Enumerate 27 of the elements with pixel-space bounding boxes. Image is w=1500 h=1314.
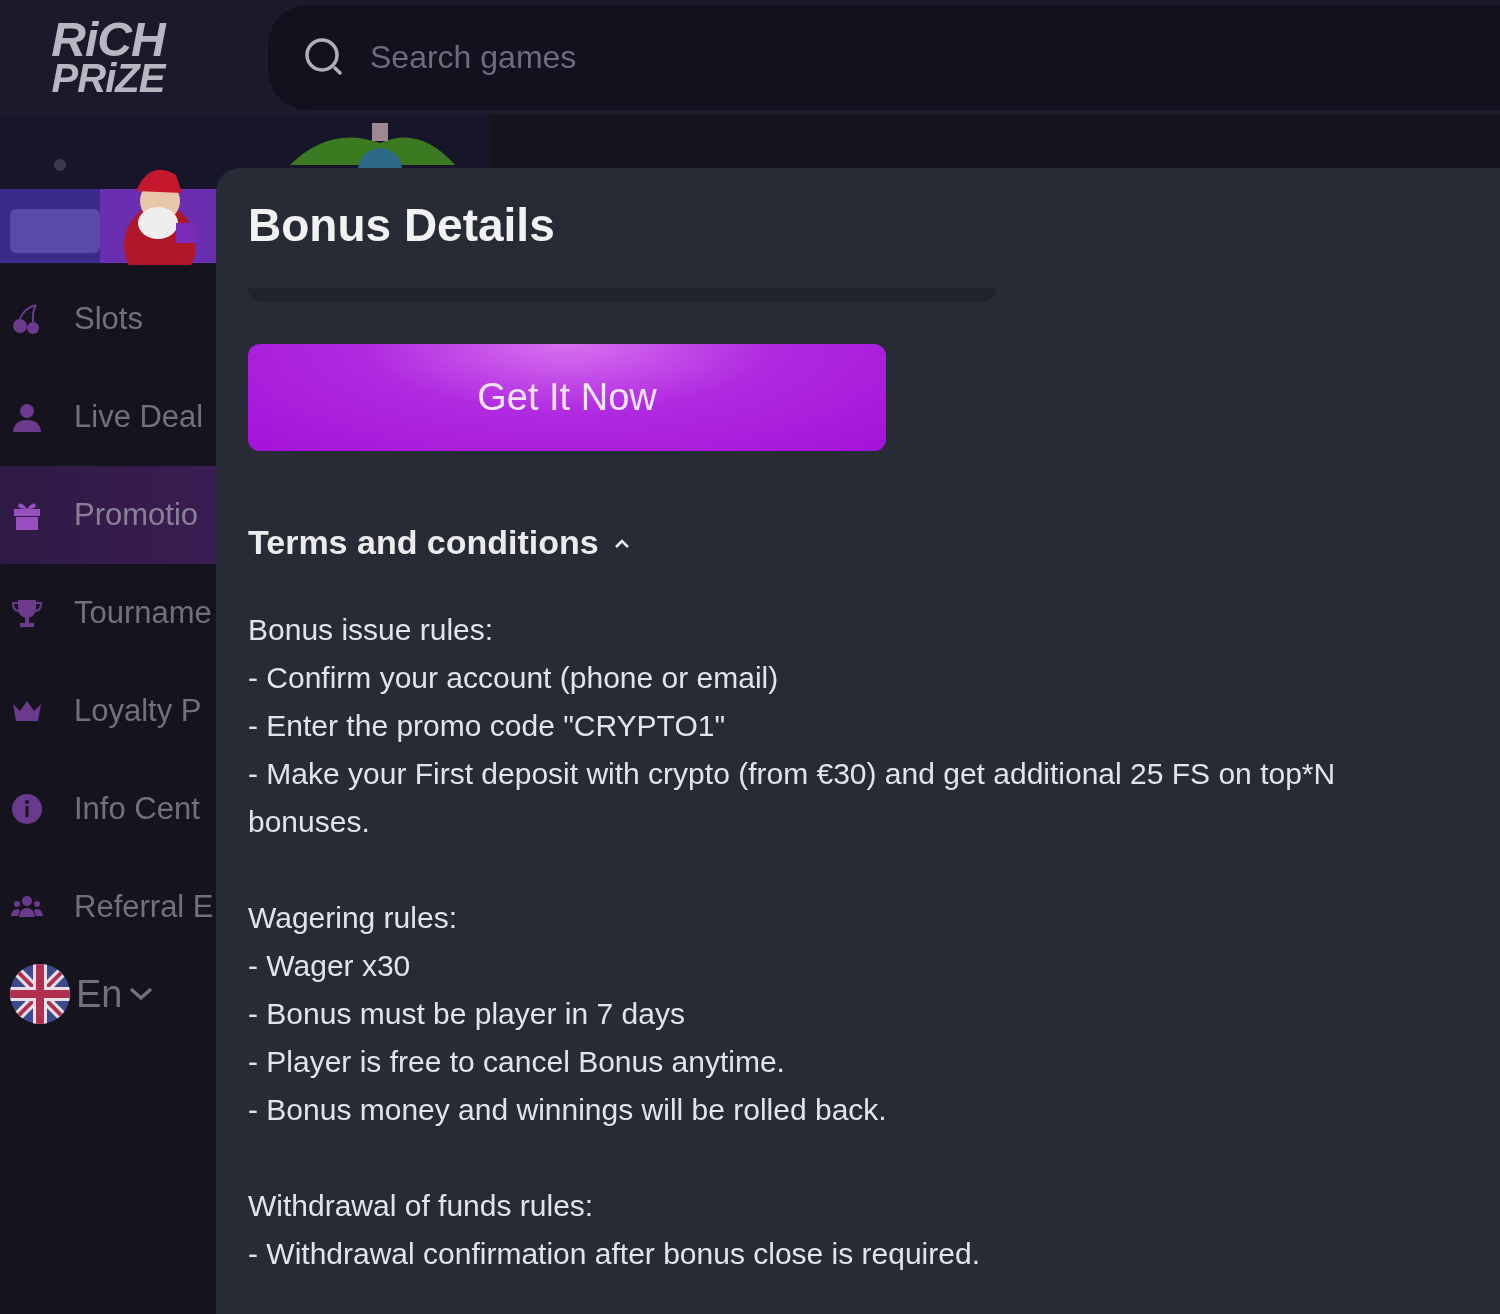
terms-text: - Bonus money and winnings will be rolled back. <box>248 1092 888 1128</box>
sidebar-item[interactable]: Tourname <box>0 564 216 662</box>
terms-text: Wagering rules: <box>248 900 458 936</box>
terms-text: Bonus issue rules: <box>248 612 495 648</box>
info-icon <box>10 792 44 826</box>
flag-icon <box>10 964 70 1024</box>
terms-text: Withdrawal of funds rules: <box>248 1188 595 1224</box>
sidebar-item[interactable]: Slots <box>0 270 216 368</box>
panel-title: Bonus Details <box>248 198 556 252</box>
terms-text: - Player is free to cancel Bonus anytime. <box>248 1044 786 1080</box>
terms-text: - Wager x30 <box>248 948 412 984</box>
sidebar-item[interactable]: Info Cent <box>0 760 216 858</box>
sidebar-item[interactable]: Promotio <box>0 466 216 564</box>
language-selector[interactable]: En <box>0 964 216 1024</box>
sidebar-item[interactable]: Loyalty P <box>0 662 216 760</box>
sidebar-item[interactable]: Live Deal <box>0 368 216 466</box>
sidebar-item[interactable]: Referral E <box>0 858 216 956</box>
terms-toggle[interactable]: Terms and conditions <box>248 523 631 562</box>
terms-text: - Confirm your account (phone or email) <box>248 660 780 696</box>
terms-text: - Withdrawal confirmation after bonus close is required. <box>248 1236 981 1272</box>
terms-text: - Bonus must be player in 7 days <box>248 996 686 1032</box>
terms-text: bonuses. <box>248 804 371 840</box>
terms-text: - Make your First deposit with crypto (from €30) and get additional 25 FS on top*N <box>248 756 1337 792</box>
get-it-now-button[interactable]: Get It Now <box>248 344 886 451</box>
terms-text: - Enter the promo code "CRYPTO1" <box>248 708 727 744</box>
search-field[interactable]: Search games <box>368 38 972 77</box>
chevron-down-icon <box>128 986 155 1002</box>
